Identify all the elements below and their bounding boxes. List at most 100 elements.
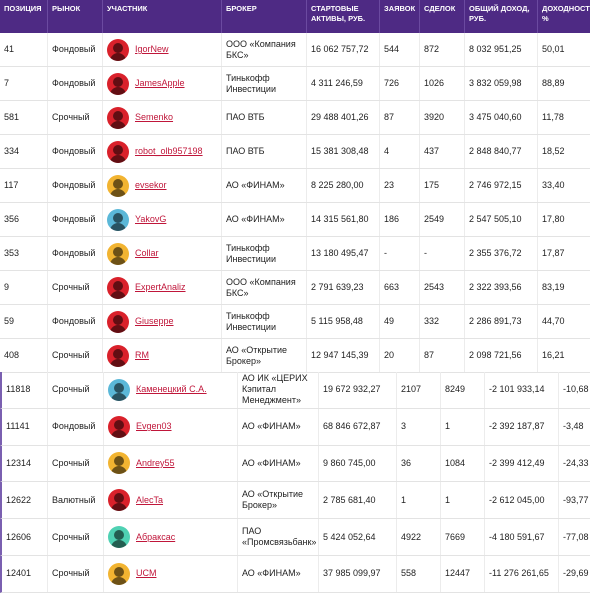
broker-cell: Тинькофф Инвестиции (222, 237, 307, 270)
income-cell: 2 098 721,56 (465, 339, 538, 372)
yield-cell: -24,33 (563, 457, 589, 468)
broker-cell: Тинькофф Инвестиции (222, 67, 307, 100)
income-cell: 3 475 040,60 (465, 101, 538, 134)
market-cell: Фондовый (48, 169, 103, 202)
deals-cell: 12447 (441, 555, 485, 592)
deals-cell: 3920 (420, 101, 465, 134)
broker-cell: АО «ФИНАМ» (222, 169, 307, 202)
avatar[interactable] (108, 378, 130, 401)
table-row: 12401 Срочный UCM АО «ФИНАМ» 37 985 099,97 55… (0, 555, 590, 593)
participant-link[interactable]: evsekor (135, 180, 167, 191)
avatar[interactable] (108, 562, 130, 585)
col-participant[interactable]: УЧАСТНИК (103, 0, 222, 33)
position-cell: 356 (0, 203, 48, 236)
income-cell: 3 832 059,98 (465, 67, 538, 100)
avatar[interactable] (107, 208, 129, 231)
avatar[interactable] (107, 174, 129, 197)
market-cell: Срочный (48, 555, 104, 592)
participant-cell: Evgen03 (104, 408, 238, 445)
participant-cell: RM (103, 339, 222, 372)
avatar[interactable] (107, 38, 129, 61)
market-cell: Фондовый (48, 33, 103, 66)
participant-link[interactable]: ExpertAnaliz (135, 282, 186, 293)
participant-link[interactable]: UCM (136, 568, 157, 579)
avatar[interactable] (108, 489, 130, 512)
avatar[interactable] (107, 344, 129, 367)
participant-link[interactable]: RM (135, 350, 149, 361)
deals-cell: 8249 (441, 372, 485, 408)
col-assets[interactable]: СТАРТОВЫЕ АКТИВЫ, РУБ. (307, 0, 380, 33)
assets-cell: 2 791 639,23 (307, 271, 380, 304)
participant-link[interactable]: IgorNew (135, 44, 169, 55)
market-cell: Срочный (48, 101, 103, 134)
orders-cell: 3 (397, 408, 441, 445)
avatar[interactable] (108, 415, 130, 438)
participant-cell: Andrey55 (104, 445, 238, 482)
participant-link[interactable]: Evgen03 (136, 421, 172, 432)
participant-link[interactable]: AlecTa (136, 495, 163, 506)
avatar[interactable] (107, 276, 129, 299)
broker-cell: Тинькофф Инвестиции (222, 305, 307, 338)
avatar[interactable] (107, 140, 129, 163)
participant-link[interactable]: Каменецкий С.А. (136, 384, 207, 395)
participant-link[interactable]: Collar (135, 248, 159, 259)
assets-cell: 37 985 099,97 (319, 555, 397, 592)
participant-link[interactable]: robot_olb957198 (135, 146, 203, 157)
yield-cell: 17,87 (542, 248, 565, 258)
deals-cell: 1084 (441, 445, 485, 482)
bottom-results-table: 11818 Срочный Каменецкий С.А. АО ИК «ЦЕРИХ … (0, 372, 590, 593)
col-market[interactable]: РЫНОК (48, 0, 103, 33)
income-cell: -4 180 591,67 (485, 519, 559, 555)
position-cell: 12606 (2, 519, 48, 555)
position-cell: 9 (0, 271, 48, 304)
participant-cell: Абраксас (104, 519, 238, 555)
market-cell: Срочный (48, 271, 103, 304)
position-cell: 334 (0, 135, 48, 168)
yield-cell: 83,19 (542, 282, 565, 292)
col-deals[interactable]: СДЕЛОК (420, 0, 465, 33)
col-broker[interactable]: БРОКЕР (222, 0, 307, 33)
orders-cell: 36 (397, 445, 441, 482)
income-cell: 2 746 972,15 (465, 169, 538, 202)
participant-cell: Semenko (103, 101, 222, 134)
position-cell: 12314 (2, 445, 48, 482)
col-orders[interactable]: ЗАЯВОК (380, 0, 420, 33)
position-cell: 11818 (2, 372, 48, 408)
col-income[interactable]: ОБЩИЙ ДОХОД, РУБ. (465, 0, 538, 33)
participant-link[interactable]: JamesApple (135, 78, 185, 89)
deals-cell: 1 (441, 408, 485, 445)
participant-link[interactable]: Абраксас (136, 532, 175, 543)
avatar[interactable] (107, 242, 129, 265)
participant-link[interactable]: YakovG (135, 214, 166, 225)
yield-cell: 33,40 (542, 180, 565, 190)
avatar[interactable] (108, 452, 130, 475)
deals-cell: 87 (420, 339, 465, 372)
yield-cell: -29,69 (563, 568, 589, 579)
table-row: 41 Фондовый IgorNew ООО «Компания БКС» 16 06… (0, 33, 590, 67)
table-row: 9 Срочный ExpertAnaliz ООО «Компания БКС» 2 … (0, 271, 590, 305)
avatar[interactable] (107, 310, 129, 333)
participant-link[interactable]: Andrey55 (136, 458, 175, 469)
income-cell: -11 276 261,65 (485, 555, 559, 592)
assets-cell: 14 315 561,80 (307, 203, 380, 236)
orders-cell: 186 (380, 203, 420, 236)
deals-cell: 437 (420, 135, 465, 168)
col-position[interactable]: ПОЗИЦИЯ (0, 0, 48, 33)
avatar[interactable] (107, 106, 129, 129)
participant-cell: IgorNew (103, 33, 222, 66)
avatar[interactable] (108, 526, 130, 549)
assets-cell: 5 424 052,64 (319, 519, 397, 555)
market-cell: Фондовый (48, 203, 103, 236)
avatar[interactable] (107, 72, 129, 95)
participant-link[interactable]: Semenko (135, 112, 173, 123)
market-cell: Срочный (48, 519, 104, 555)
participant-link[interactable]: Giuseppe (135, 316, 174, 327)
deals-cell: - (420, 237, 465, 270)
assets-cell: 4 311 246,59 (307, 67, 380, 100)
deals-cell: 2549 (420, 203, 465, 236)
assets-cell: 29 488 401,26 (307, 101, 380, 134)
table-row: 59 Фондовый Giuseppe Тинькофф Инвестиции 5 1… (0, 305, 590, 339)
table-row: 353 Фондовый Collar Тинькофф Инвестиции 13 1… (0, 237, 590, 271)
yield-cell: 16,21 (542, 350, 565, 360)
col-yield[interactable]: ДОХОДНОСТЬ, % (538, 0, 590, 33)
